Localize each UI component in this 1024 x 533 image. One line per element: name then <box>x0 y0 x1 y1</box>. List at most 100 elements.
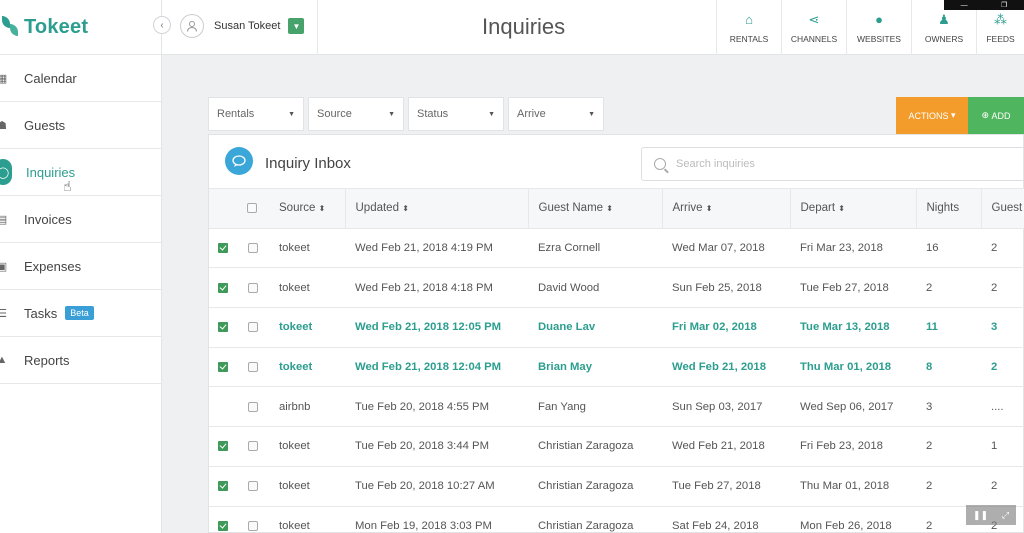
pause-icon[interactable]: ❚❚ <box>973 510 988 521</box>
table-row[interactable]: tokeet Wed Feb 21, 2018 12:04 PM Brian May… <box>209 346 1024 387</box>
search-input[interactable] <box>676 158 976 170</box>
column-header-source[interactable]: Source ⬍ <box>269 188 346 229</box>
share-icon: ⋖ <box>808 11 820 27</box>
table-row[interactable]: tokeet Wed Feb 21, 2018 12:05 PM Duane Lav… <box>209 307 1024 348</box>
flag-cell <box>209 426 237 467</box>
cell-depart: Fri Mar 23, 2018 <box>790 227 916 268</box>
table-row[interactable]: tokeet Tue Feb 20, 2018 10:27 AM Christian… <box>209 465 1024 506</box>
user-icon: ♟ <box>938 11 950 27</box>
caret-down-icon: ▾ <box>951 110 956 120</box>
row-checkbox[interactable] <box>248 401 258 412</box>
select-cell[interactable] <box>237 227 269 268</box>
sort-icon: ⬍ <box>606 204 613 214</box>
sort-icon: ⬍ <box>838 204 845 214</box>
sidebar-item-label: Tasks <box>24 305 58 321</box>
table-row[interactable]: tokeet Wed Feb 21, 2018 4:19 PM Ezra Corne… <box>209 227 1024 268</box>
topnav-label: FEEDS <box>986 33 1015 44</box>
filter-arrive[interactable]: Arrive ▼ <box>508 97 604 131</box>
sidebar-item-inquiries[interactable]: ◯ Inquiries <box>0 149 161 196</box>
cell-arrive: Wed Mar 07, 2018 <box>662 227 790 268</box>
row-checkbox[interactable] <box>248 282 258 293</box>
caret-down-icon: ▼ <box>588 110 595 118</box>
invoice-icon: ▤ <box>0 213 8 226</box>
user-name: Susan Tokeet <box>214 20 281 32</box>
filter-status[interactable]: Status ▼ <box>408 97 504 131</box>
sidebar-item-calendar[interactable]: ▦ Calendar <box>0 55 161 102</box>
table-row[interactable]: tokeet Wed Feb 21, 2018 4:18 PM David Wood… <box>209 267 1024 308</box>
cell-arrive: Sun Feb 25, 2018 <box>662 267 790 308</box>
add-button[interactable]: ⊕ ADD <box>968 97 1024 134</box>
cell-guest: Christian Zaragoza <box>528 465 662 506</box>
search-box[interactable] <box>641 147 1024 181</box>
topnav-rentals[interactable]: ⌂ RENTALS <box>716 0 781 55</box>
filter-label: Status <box>417 108 449 120</box>
select-cell[interactable] <box>237 505 269 533</box>
select-cell[interactable] <box>237 307 269 348</box>
column-header-depart[interactable]: Depart ⬍ <box>790 188 917 229</box>
cell-depart: Fri Feb 23, 2018 <box>790 426 916 467</box>
topnav-websites[interactable]: ● WEBSITES <box>846 0 911 55</box>
column-header-updated[interactable]: Updated ⬍ <box>345 188 529 229</box>
restore-icon[interactable]: ❐ <box>1001 1 1007 9</box>
column-header-guest-name[interactable]: Guest Name ⬍ <box>528 188 663 229</box>
column-header-arrive[interactable]: Arrive ⬍ <box>662 188 791 229</box>
video-controls[interactable]: ❚❚ ⤢ <box>966 505 1016 525</box>
cell-nights: 16 <box>916 227 981 268</box>
cell-depart: Wed Sep 06, 2017 <box>790 386 916 427</box>
sidebar-item-tasks[interactable]: ☰ Tasks Beta <box>0 290 161 337</box>
expand-icon[interactable]: ⤢ <box>1002 510 1009 521</box>
cell-guests: 2 <box>981 227 1024 268</box>
sidebar-item-label: Reports <box>24 352 70 368</box>
sidebar-item-guests[interactable]: ☗ Guests <box>0 102 161 149</box>
filter-bar: Rentals ▼ Source ▼ Status ▼ Arrive ▼ <box>208 97 608 131</box>
calendar-icon: ▦ <box>0 72 8 85</box>
select-cell[interactable] <box>237 346 269 387</box>
cell-arrive: Wed Feb 21, 2018 <box>662 346 790 387</box>
cell-depart: Thu Mar 01, 2018 <box>790 346 916 387</box>
row-checkbox[interactable] <box>248 521 258 532</box>
filter-label: Rentals <box>217 108 255 120</box>
inquiry-inbox-panel: Inquiry Inbox Source ⬍Updated ⬍Guest Nam… <box>208 134 1024 533</box>
row-checkbox[interactable] <box>248 362 258 373</box>
cell-guest: Christian Zaragoza <box>528 426 662 467</box>
table-row[interactable]: airbnb Tue Feb 20, 2018 4:55 PM Fan Yang Su… <box>209 386 1024 427</box>
sidebar-item-label: Calendar <box>24 70 77 86</box>
sidebar-item-expenses[interactable]: ▣ Expenses <box>0 243 161 290</box>
flag-cell <box>209 267 237 308</box>
logo[interactable]: Tokeet <box>0 0 161 55</box>
table-row[interactable]: tokeet Tue Feb 20, 2018 3:44 PM Christian … <box>209 426 1024 467</box>
actions-button[interactable]: ACTIONS ▾ <box>896 97 968 134</box>
user-menu[interactable]: Susan Tokeet ▼ <box>180 14 305 38</box>
table-row[interactable]: tokeet Mon Feb 19, 2018 3:03 PM Christian … <box>209 505 1024 533</box>
row-checkbox[interactable] <box>248 243 258 254</box>
select-all-column[interactable] <box>237 188 269 229</box>
sidebar-item-invoices[interactable]: ▤ Invoices <box>0 196 161 243</box>
column-header-nights[interactable]: Nights <box>916 188 982 229</box>
add-icon: ⊕ <box>981 110 989 120</box>
select-cell[interactable] <box>237 426 269 467</box>
select-all-checkbox[interactable] <box>247 203 257 214</box>
minimize-icon[interactable]: — <box>961 2 968 9</box>
row-checkbox[interactable] <box>248 441 258 452</box>
sidebar-item-reports[interactable]: ▲ Reports <box>0 337 161 384</box>
filter-rentals[interactable]: Rentals ▼ <box>208 97 304 131</box>
row-checkbox[interactable] <box>248 322 258 333</box>
check-flag-icon <box>218 362 228 373</box>
sort-icon: ⬍ <box>705 204 713 214</box>
topnav-channels[interactable]: ⋖ CHANNELS <box>781 0 846 55</box>
select-cell[interactable] <box>237 267 269 308</box>
column-header-guest[interactable]: Guest <box>981 188 1024 229</box>
expense-icon: ▣ <box>0 260 8 273</box>
panel-header: Inquiry Inbox <box>209 135 1024 188</box>
window-controls[interactable]: — ❐ <box>944 0 1024 10</box>
check-flag-icon <box>218 521 228 532</box>
row-checkbox[interactable] <box>248 481 258 492</box>
sidebar-item-label: Expenses <box>24 258 82 274</box>
select-cell[interactable] <box>237 386 269 427</box>
beta-badge: Beta <box>65 306 94 320</box>
caret-down-icon[interactable]: ▼ <box>288 18 305 34</box>
filter-source[interactable]: Source ▼ <box>308 97 404 131</box>
collapse-sidebar-button[interactable]: ‹ <box>153 16 171 34</box>
select-cell[interactable] <box>237 465 269 506</box>
cell-source: tokeet <box>269 505 345 533</box>
